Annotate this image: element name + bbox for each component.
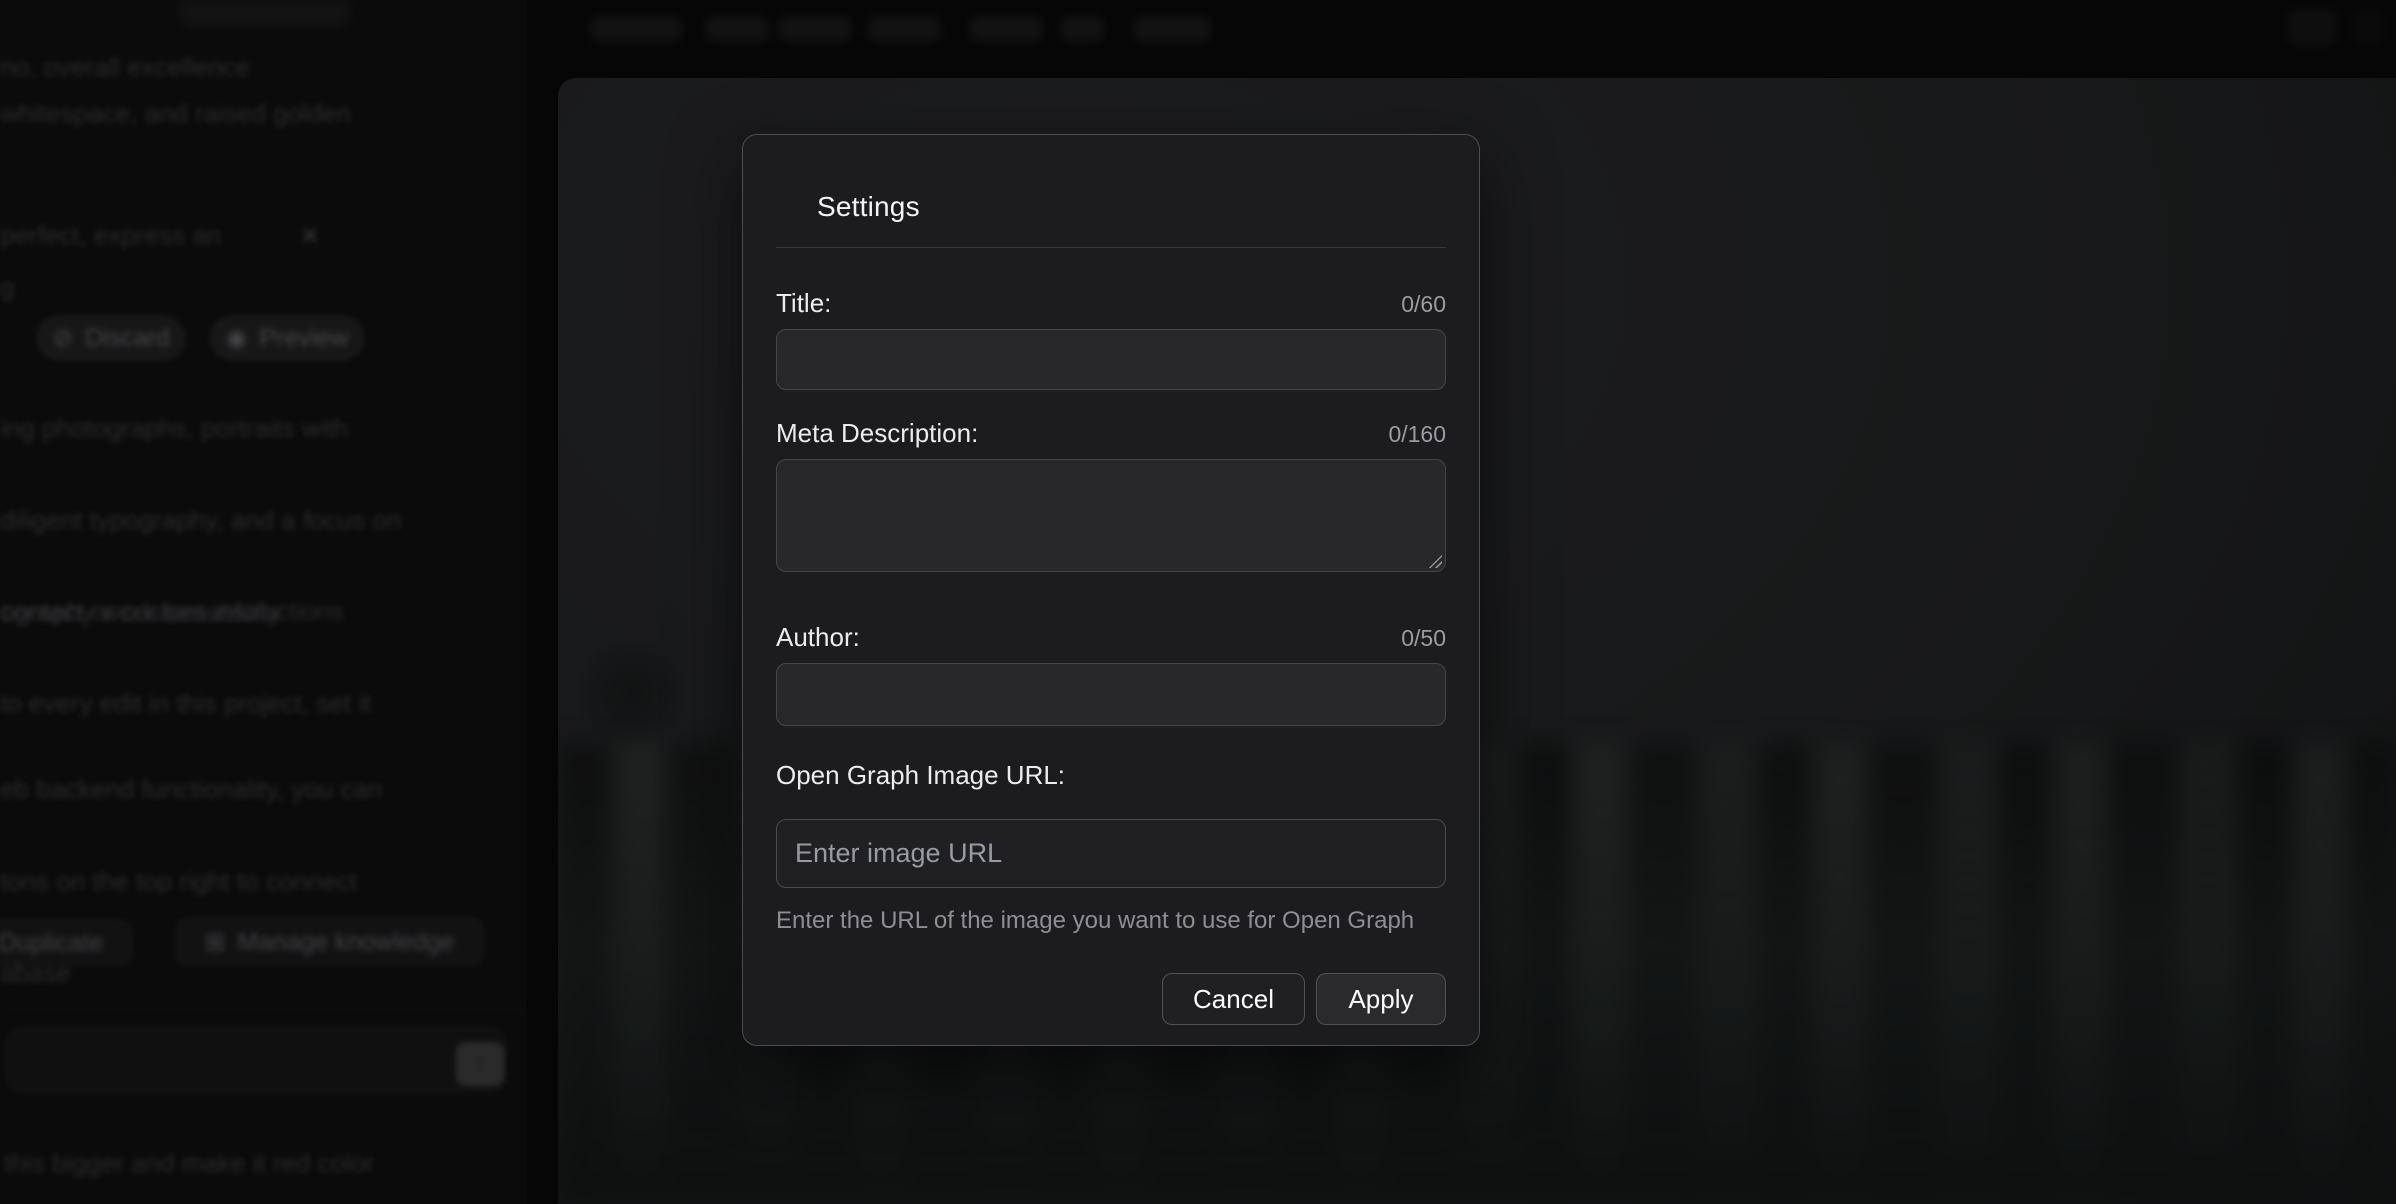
- title-label: Title:: [776, 288, 831, 319]
- discard-icon: ⊘: [52, 323, 73, 353]
- meta-description-label: Meta Description:: [776, 418, 978, 449]
- url-blob: [969, 16, 1043, 42]
- preview-icon: ◉: [226, 323, 248, 353]
- author-counter: 0/50: [1401, 625, 1446, 652]
- sidebar-text-line: whitespace, and raised golden: [0, 98, 351, 129]
- duplicate-button: Duplicate: [0, 920, 132, 966]
- sidebar-dismiss-row-text: perfect, express an: [0, 220, 221, 251]
- meta-description-textarea[interactable]: [776, 459, 1446, 572]
- og-image-url-label: Open Graph Image URL:: [776, 760, 1065, 791]
- url-blob: [1060, 16, 1104, 42]
- meta-description-counter: 0/160: [1388, 421, 1446, 448]
- topbar-left-tab: [180, 0, 350, 26]
- og-image-url-input[interactable]: [776, 819, 1446, 888]
- sidebar-stray-char: g: [0, 272, 14, 303]
- meta-description-field-row: Meta Description: 0/160: [776, 418, 1446, 449]
- sidebar-bottom-line: this bigger and make it red color: [4, 1148, 374, 1179]
- author-field-row: Author: 0/50: [776, 622, 1446, 653]
- url-blob: [778, 16, 852, 42]
- url-blob: [705, 16, 769, 42]
- topbar-right-icon: [2286, 8, 2338, 46]
- background-sidebar: no, overall excellence whitespace, and r…: [0, 0, 527, 1204]
- og-image-field-row: Open Graph Image URL:: [776, 760, 1446, 791]
- title-field-row: Title: 0/60: [776, 288, 1446, 319]
- sidebar-blurred-content: no, overall excellence whitespace, and r…: [0, 0, 527, 1204]
- author-label: Author:: [776, 622, 860, 653]
- sidebar-paragraph: contact or custom instructions to every …: [0, 588, 510, 726]
- duplicate-label: Duplicate: [0, 929, 103, 958]
- modal-button-row: Cancel Apply: [776, 973, 1446, 1025]
- manage-knowledge-button: ⊞ Manage knowledge: [176, 918, 483, 966]
- cancel-button[interactable]: Cancel: [1162, 973, 1305, 1025]
- url-blob: [590, 16, 682, 42]
- meta-description-wrapper: [776, 459, 1446, 572]
- manage-knowledge-label: Manage knowledge: [238, 928, 455, 957]
- app-root: no, overall excellence whitespace, and r…: [0, 0, 2396, 1204]
- url-blob: [867, 16, 941, 42]
- settings-modal: Settings Title: 0/60 Meta Description: 0…: [742, 134, 1480, 1046]
- topbar-right-icon: [2350, 8, 2386, 46]
- send-icon: ↑: [474, 1050, 486, 1078]
- preview-label: Preview: [259, 324, 348, 353]
- send-button: ↑: [456, 1042, 504, 1086]
- author-input[interactable]: [776, 663, 1446, 726]
- preview-button: ◉ Preview: [210, 316, 364, 360]
- sidebar-divider: [0, 1008, 527, 1009]
- discard-button: ⊘ Discard: [37, 316, 185, 360]
- modal-divider: [776, 247, 1446, 248]
- manage-knowledge-icon: ⊞: [205, 927, 226, 957]
- og-image-helper-text: Enter the URL of the image you want to u…: [776, 907, 1446, 935]
- chat-input: [6, 1028, 506, 1092]
- modal-title: Settings: [817, 191, 1446, 223]
- title-input[interactable]: [776, 329, 1446, 390]
- close-icon: ✕: [300, 222, 320, 251]
- url-blob: [1133, 16, 1211, 42]
- apply-button[interactable]: Apply: [1316, 973, 1446, 1025]
- faint-circle-decoration: [575, 637, 687, 749]
- title-counter: 0/60: [1401, 291, 1446, 318]
- topbar: [0, 0, 2396, 78]
- discard-label: Discard: [85, 324, 170, 353]
